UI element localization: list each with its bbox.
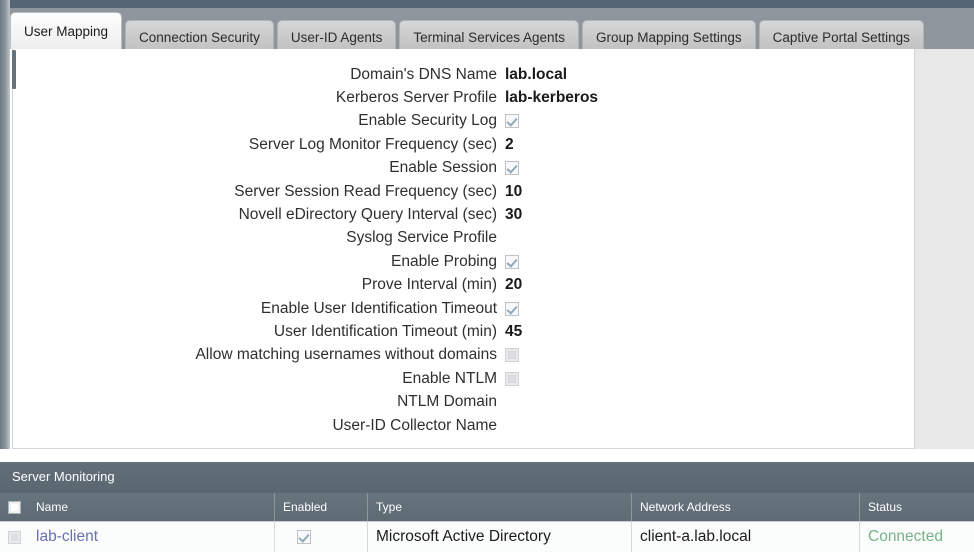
field-label: User-ID Collector Name	[332, 416, 497, 434]
field-value[interactable]	[505, 161, 914, 176]
form-row: Allow matching usernames without domains	[13, 344, 914, 367]
panel-bottom-strip	[0, 449, 974, 462]
user-mapping-panel: Domain's DNS Name lab.local Kerberos Serve…	[12, 49, 915, 449]
field-value: 30	[505, 206, 523, 224]
form-row: Prove Interval (min) 20	[13, 274, 914, 297]
cell-network-address: client-a.lab.local	[632, 522, 860, 552]
column-header-name[interactable]: Name	[28, 493, 275, 521]
checkbox-checked-icon[interactable]	[505, 114, 519, 129]
tab-user-mapping[interactable]: User Mapping	[10, 12, 123, 49]
field-label: Prove Interval (min)	[361, 276, 497, 294]
field-value: 45	[505, 322, 523, 340]
checkbox-checked-icon[interactable]	[505, 301, 519, 316]
form-row: User-ID Collector Name	[13, 414, 914, 437]
field-value: lab-kerberos	[505, 89, 599, 107]
server-name-link[interactable]: lab-client	[36, 528, 98, 546]
field-label: Enable Security Log	[358, 112, 497, 130]
form-row: Syslog Service Profile	[13, 227, 914, 250]
form-row: User Identification Timeout (min) 45	[13, 320, 914, 343]
form-row: Enable Probing	[13, 250, 914, 273]
user-id-settings-page: User Mapping Connection Security User-ID A…	[0, 0, 974, 552]
field-label: Server Session Read Frequency (sec)	[234, 182, 497, 200]
select-all-checkbox-cell[interactable]	[0, 493, 28, 521]
checkbox-checked-icon[interactable]	[505, 161, 519, 176]
form-row: Enable Security Log	[13, 110, 914, 133]
field-label: Novell eDirectory Query Interval (sec)	[238, 206, 497, 224]
table-body: lab-client Microsoft Active Directory clie…	[0, 521, 974, 552]
form-row: Kerberos Server Profile lab-kerberos	[13, 86, 914, 109]
column-header-network-address[interactable]: Network Address	[632, 493, 860, 521]
form-row: Domain's DNS Name lab.local	[13, 63, 914, 86]
checkbox-checked-icon[interactable]	[505, 254, 519, 269]
form-row: Server Session Read Frequency (sec) 10	[13, 180, 914, 203]
status-badge: Connected	[868, 528, 943, 545]
tab-list: User Mapping Connection Security User-ID A…	[10, 12, 924, 53]
field-label: Syslog Service Profile	[346, 229, 497, 247]
table-row[interactable]: lab-client Microsoft Active Directory clie…	[0, 521, 974, 552]
field-label: Enable User Identification Timeout	[260, 299, 497, 317]
form-row: Novell eDirectory Query Interval (sec) 30	[13, 203, 914, 226]
form-row: Enable NTLM	[13, 367, 914, 390]
field-value: lab.local	[505, 65, 568, 83]
cell-enabled[interactable]	[275, 522, 368, 552]
panel-scrollbar-thumb[interactable]	[12, 50, 16, 89]
field-value[interactable]	[505, 114, 914, 129]
field-label: Enable Session	[389, 159, 497, 177]
field-value[interactable]	[505, 371, 914, 386]
field-value: 20	[505, 276, 523, 294]
server-monitoring-table: Name Enabled Type Network Address Status lab…	[0, 493, 974, 552]
window-top-chrome	[0, 0, 974, 8]
field-value: 2	[505, 135, 514, 153]
field-value: 10	[505, 182, 523, 200]
form-row: Enable User Identification Timeout	[13, 297, 914, 320]
cell-type: Microsoft Active Directory	[368, 522, 632, 552]
field-label: Allow matching usernames without domains	[195, 346, 497, 364]
column-header-status[interactable]: Status	[860, 493, 974, 521]
field-label: Kerberos Server Profile	[335, 89, 497, 107]
cell-name: lab-client	[28, 522, 275, 552]
checkbox-unchecked-icon[interactable]	[505, 348, 519, 363]
field-label: NTLM Domain	[397, 393, 497, 411]
field-value[interactable]	[505, 348, 914, 363]
field-value[interactable]	[505, 301, 914, 316]
server-monitoring-header: Server Monitoring	[0, 462, 974, 493]
row-select-checkbox-cell[interactable]	[0, 522, 28, 552]
window-left-chrome	[0, 0, 10, 462]
field-value[interactable]	[505, 254, 914, 269]
checkbox-unchecked-icon[interactable]	[505, 371, 519, 386]
form-row: NTLM Domain	[13, 390, 914, 413]
field-label: Domain's DNS Name	[350, 65, 497, 83]
column-header-enabled[interactable]: Enabled	[275, 493, 368, 521]
server-monitoring-title: Server Monitoring	[12, 469, 115, 484]
checkbox-checked-icon[interactable]	[297, 530, 311, 544]
enabled-checkbox-wrap[interactable]	[283, 530, 311, 544]
field-label: Enable Probing	[391, 252, 497, 270]
field-label: User Identification Timeout (min)	[273, 322, 497, 340]
field-label: Enable NTLM	[402, 369, 497, 387]
table-header-row: Name Enabled Type Network Address Status	[0, 493, 974, 521]
user-mapping-form: Domain's DNS Name lab.local Kerberos Serve…	[13, 63, 914, 437]
row-select-checkbox-icon[interactable]	[7, 530, 21, 544]
panel-right-filler	[915, 49, 974, 449]
field-label: Server Log Monitor Frequency (sec)	[248, 135, 497, 153]
select-all-checkbox-icon[interactable]	[7, 500, 21, 514]
form-row: Enable Session	[13, 157, 914, 180]
form-row: Server Log Monitor Frequency (sec) 2	[13, 133, 914, 156]
cell-status: Connected	[860, 522, 974, 552]
column-header-type[interactable]: Type	[368, 493, 632, 521]
